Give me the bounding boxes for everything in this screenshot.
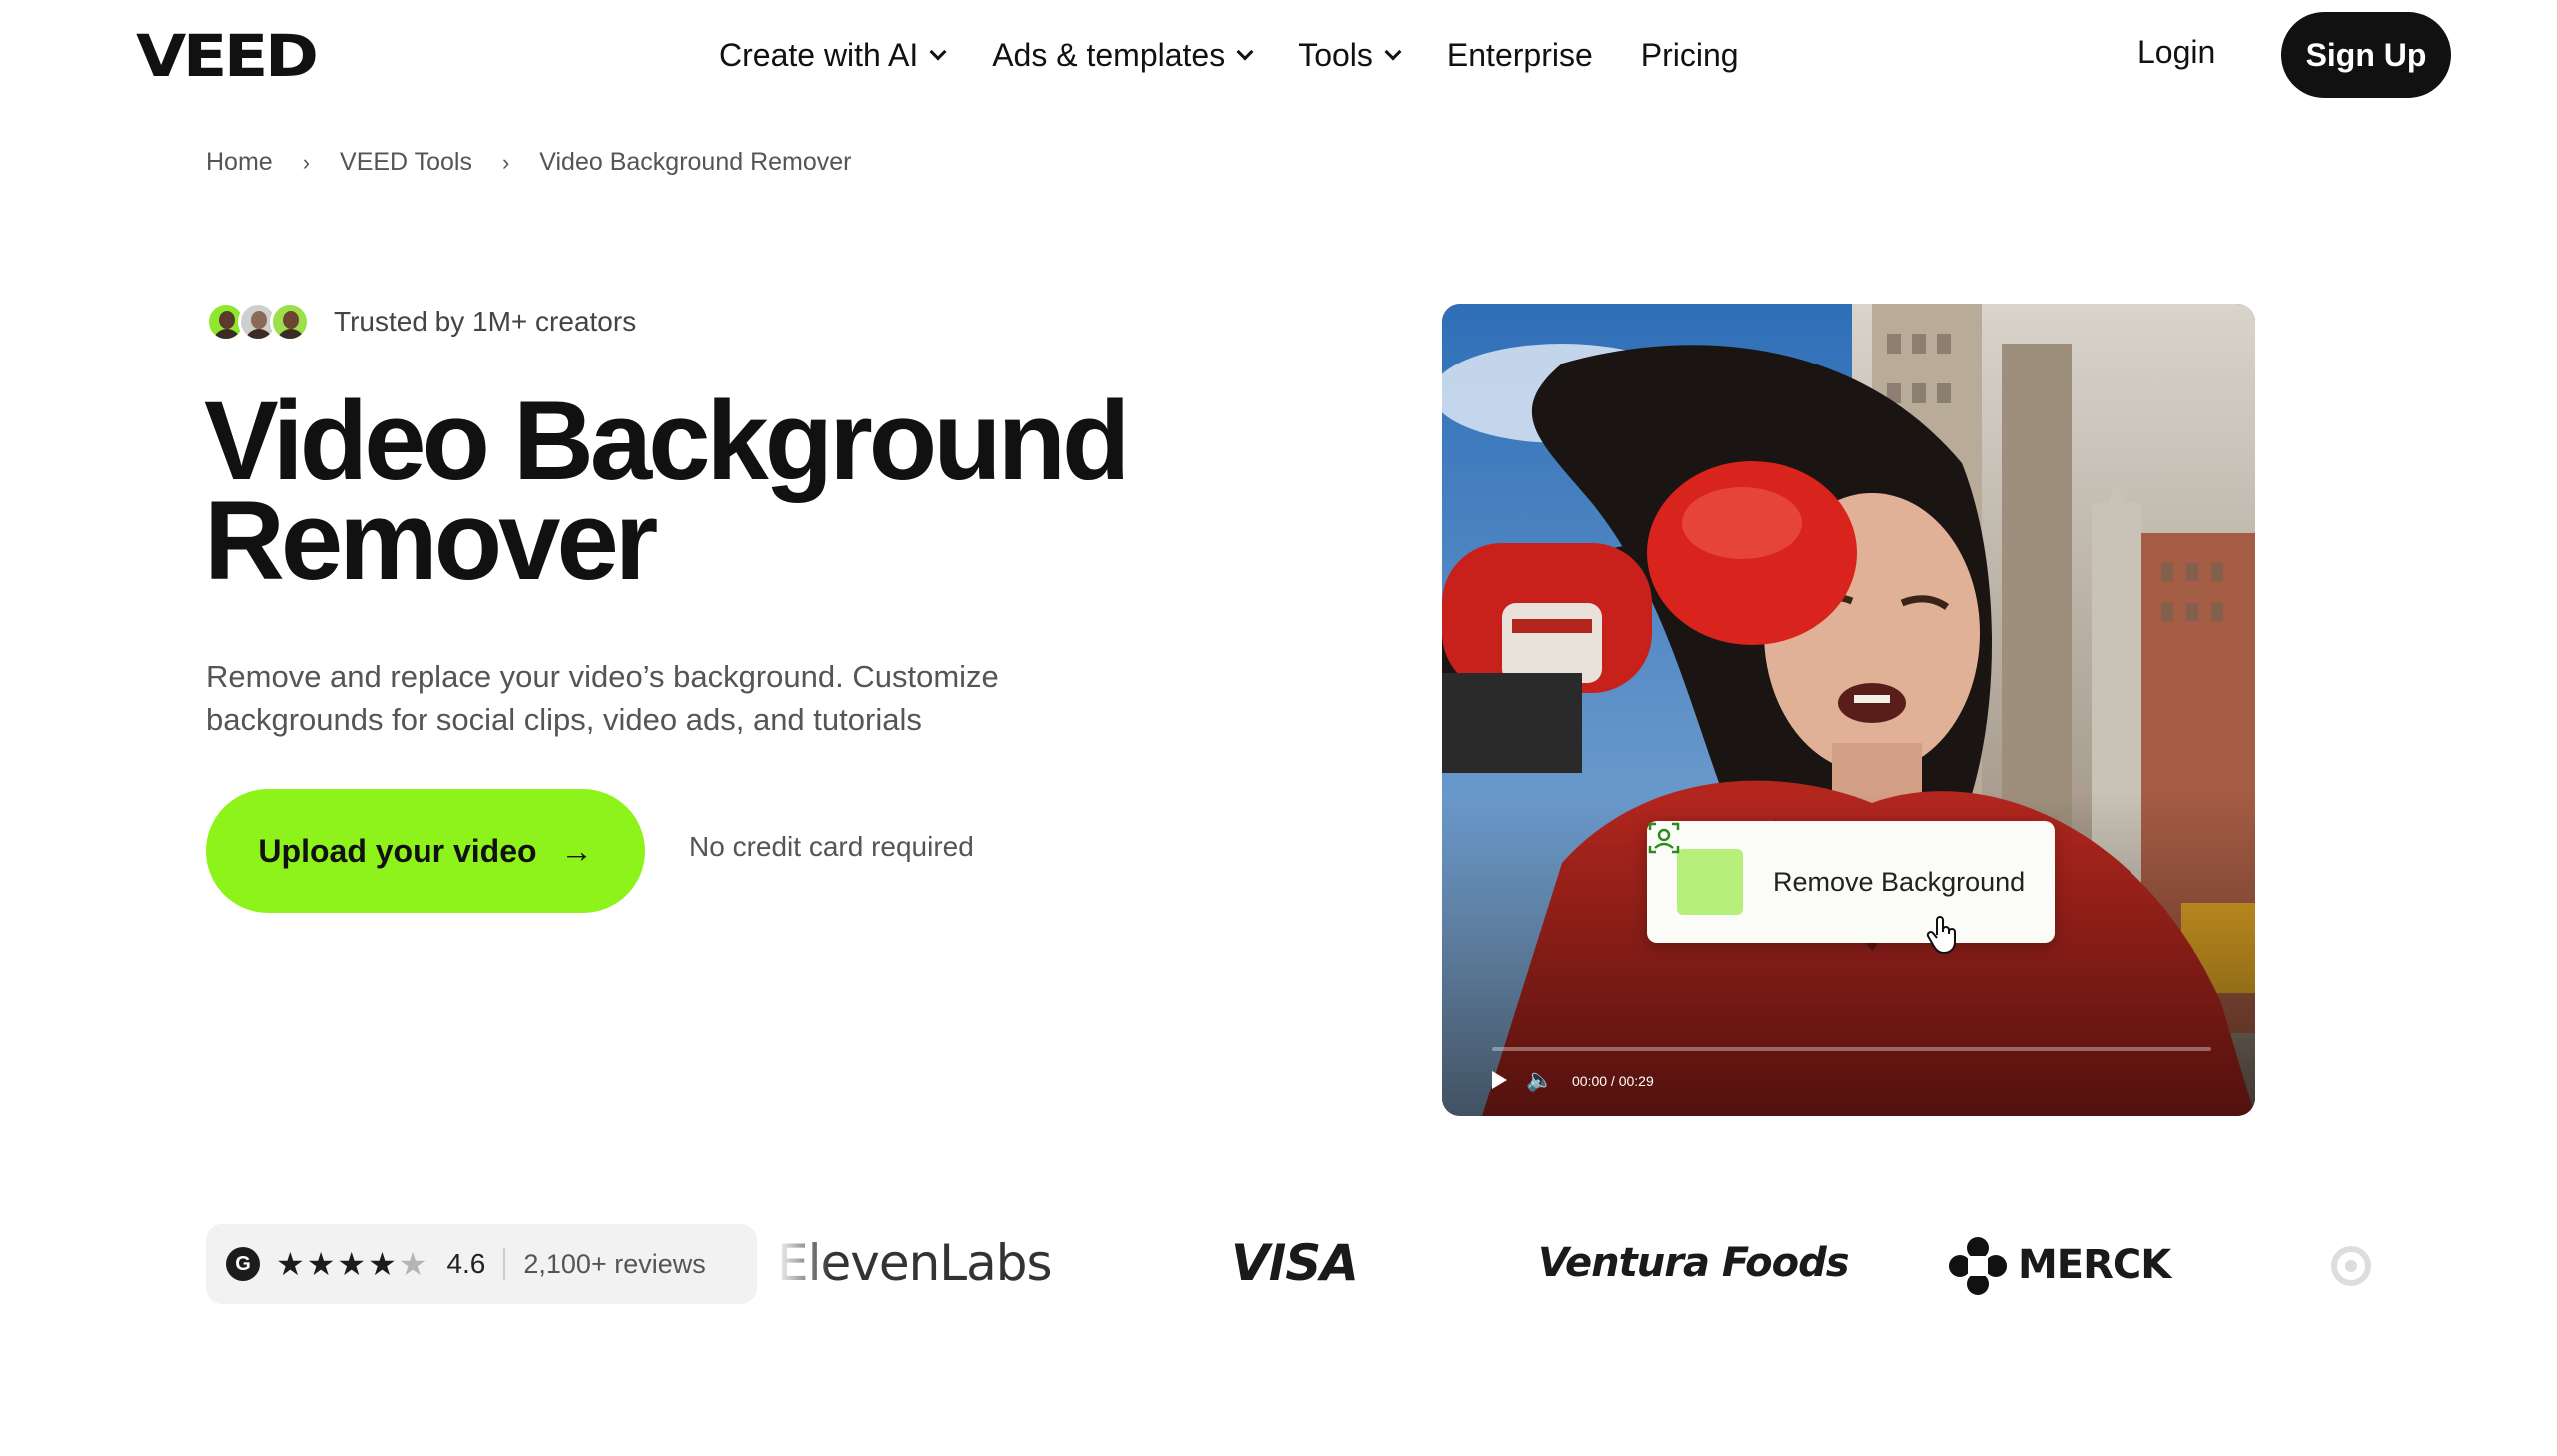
breadcrumb: Home › VEED Tools › Video Background Rem…	[206, 148, 852, 177]
nav-label: Pricing	[1640, 36, 1739, 73]
avatar	[270, 302, 310, 342]
chevron-down-icon	[929, 43, 947, 61]
breadcrumb-separator: ›	[302, 149, 311, 175]
signup-button[interactable]: Sign Up	[2281, 12, 2451, 98]
rating-badge[interactable]: G ★★★★★ 4.6 2,100+ reviews	[206, 1224, 757, 1304]
breadcrumb-current: Video Background Remover	[539, 148, 852, 176]
breadcrumb-home[interactable]: Home	[206, 148, 273, 177]
merck-mark-icon	[1949, 1237, 2007, 1295]
brand-logo-merck: MERCK	[2018, 1242, 2171, 1288]
chevron-down-icon	[1384, 43, 1402, 61]
nav-label: Create with AI	[719, 36, 919, 73]
cta-label: Upload your video	[258, 832, 537, 869]
nav-create-with-ai[interactable]: Create with AI	[719, 36, 947, 74]
trust-badge: Trusted by 1M+ creators	[206, 302, 636, 342]
play-icon[interactable]	[1492, 1071, 1507, 1089]
remove-background-button[interactable]: Remove Background	[1647, 821, 2055, 943]
time-readout: 00:00 / 00:29	[1572, 1073, 1654, 1089]
veed-logo[interactable]: VEED	[136, 22, 319, 90]
login-link[interactable]: Login	[2137, 34, 2215, 71]
trust-text: Trusted by 1M+ creators	[334, 306, 637, 337]
nav-tools[interactable]: Tools	[1298, 36, 1402, 74]
remove-background-label: Remove Background	[1773, 866, 2026, 897]
g2-logo-icon: G	[226, 1247, 260, 1281]
chevron-down-icon	[1236, 43, 1254, 61]
nav-label: Tools	[1298, 36, 1373, 73]
upload-video-button[interactable]: Upload your video →	[206, 789, 645, 913]
breadcrumb-separator: ›	[501, 149, 510, 175]
page-title: Video Background Remover	[204, 385, 1203, 597]
brand-logo-visa: VISA	[1231, 1234, 1359, 1292]
progress-bar[interactable]	[1492, 1047, 2211, 1051]
title-line-2: Remover	[204, 478, 658, 603]
rating-stars: ★★★★★	[276, 1245, 428, 1283]
nav-pricing[interactable]: Pricing	[1641, 37, 1739, 74]
no-credit-card-note: No credit card required	[689, 831, 974, 862]
brand-logo-ventura-foods: Ventura Foods	[1538, 1240, 1850, 1286]
creator-avatars	[206, 302, 310, 342]
half-star-icon: ★	[398, 1246, 429, 1282]
video-controls: 🔈 00:00 / 00:29	[1442, 1027, 2255, 1116]
arrow-right-icon: →	[560, 832, 593, 869]
main-nav: Create with AI Ads & templates Tools Ent…	[719, 30, 1787, 80]
volume-icon[interactable]: 🔈	[1526, 1067, 1553, 1092]
review-count: 2,100+ reviews	[523, 1248, 706, 1279]
site-header: VEED Create with AI Ads & templates Tool…	[0, 0, 2557, 110]
person-frame-icon	[1648, 822, 1743, 915]
full-stars: ★★★★	[276, 1246, 399, 1282]
nav-label: Ads & templates	[992, 36, 1226, 73]
brand-logo-partial	[2331, 1246, 2371, 1286]
nav-enterprise[interactable]: Enterprise	[1447, 37, 1593, 74]
logo-strip-fade	[761, 1224, 831, 1304]
demo-video[interactable]: Remove Background 🔈 00:00 / 00:29	[1442, 304, 2255, 1116]
rating-score: 4.6	[446, 1248, 486, 1279]
breadcrumb-veed-tools[interactable]: VEED Tools	[340, 148, 472, 177]
nav-label: Enterprise	[1446, 36, 1593, 73]
video-frame-illustration	[1442, 304, 2255, 1116]
nav-ads-templates[interactable]: Ads & templates	[992, 36, 1254, 74]
divider	[503, 1248, 506, 1280]
hero-subtitle: Remove and replace your video’s backgrou…	[206, 659, 999, 737]
